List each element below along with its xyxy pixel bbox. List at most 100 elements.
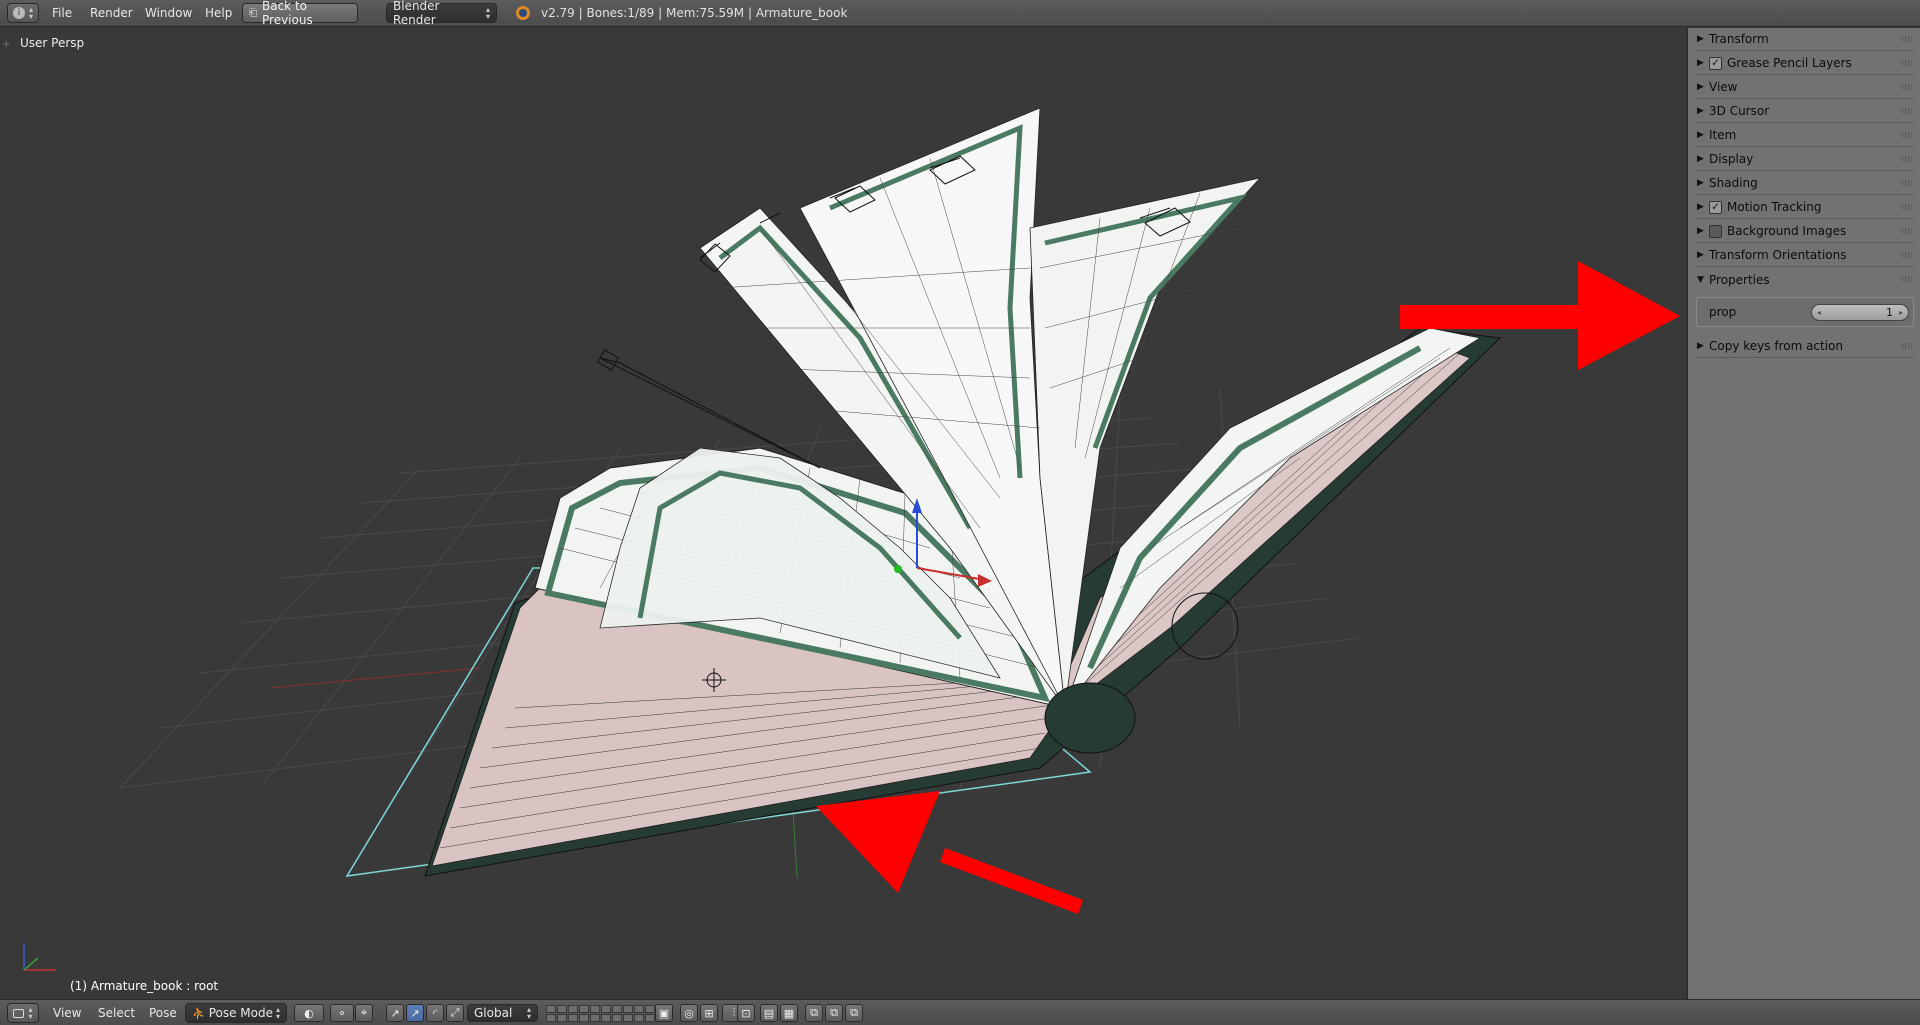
manipulator-toggle-icon[interactable]: ↗ [386,1004,404,1022]
properties-content: prop ◂ 1 ▸ [1696,297,1914,327]
drag-grip-icon[interactable] [1902,108,1912,114]
back-icon: ⎗ [249,7,257,19]
panel-label: Transform Orientations [1709,248,1847,262]
panel-view[interactable]: ▶ View [1695,76,1914,99]
menu-select[interactable]: Select [98,1006,135,1020]
snap-target-icon[interactable]: ⊡ [737,1004,755,1022]
panel-label: Motion Tracking [1727,200,1822,214]
updown-icon: ▴ ▾ [485,5,490,21]
scene-canvas[interactable] [0,28,1686,999]
proportional-edit-icon[interactable]: ◎ [680,1004,698,1022]
scale-manipulator-icon[interactable]: ⤢ [446,1004,464,1022]
rotate-manipulator-icon[interactable]: ◜ [426,1004,444,1022]
prop-label: prop [1709,305,1737,319]
drag-grip-icon[interactable] [1902,132,1912,138]
panel-transform[interactable]: ▶ Transform [1695,28,1914,51]
lock-camera-icon[interactable]: ▣ [655,1004,673,1022]
editor-type-selector[interactable]: ▴ ▾ [7,1003,39,1023]
prop-value: 1 [1885,306,1893,319]
drag-grip-icon[interactable] [1902,180,1912,186]
panel-label: Transform [1709,32,1769,46]
info-icon: i [12,7,25,19]
x-axis-line [269,667,481,689]
3d-view-icon [13,1008,25,1018]
drag-grip-icon[interactable] [1902,156,1912,162]
menu-window[interactable]: Window [145,6,192,20]
panel-label: Properties [1709,272,1770,287]
collapsed-arrow-icon: ▶ [1697,82,1704,92]
panel-background-images[interactable]: ▶ Background Images [1695,220,1914,243]
transform-orientation-dropdown[interactable]: Global ▴ ▾ [467,1004,538,1022]
render-animation-icon[interactable]: ▦ [780,1004,798,1022]
panel-label: Shading [1709,176,1758,190]
panel-properties[interactable]: ▼ Properties [1695,268,1914,291]
snap-toggle-icon[interactable]: ⊞ [700,1004,718,1022]
motion-tracking-checkbox[interactable]: ✓ [1709,200,1722,214]
editor-type-selector[interactable]: i ▴ ▾ [7,3,39,23]
panel-3d-cursor[interactable]: ▶ 3D Cursor [1695,100,1914,123]
back-to-previous-label: Back to Previous [262,0,313,27]
panel-shading[interactable]: ▶ Shading [1695,172,1914,195]
expanded-arrow-icon: ▼ [1697,274,1704,285]
pivot-median-icon[interactable]: ⌖ [355,1004,373,1022]
prop-number-field[interactable]: ◂ 1 ▸ [1811,304,1909,321]
collapsed-arrow-icon: ▶ [1697,154,1704,164]
drag-grip-icon[interactable] [1902,228,1912,234]
scene-stats: v2.79 | Bones:1/89 | Mem:75.59M | Armatu… [541,6,848,20]
background-images-checkbox[interactable] [1709,224,1722,238]
drag-grip-icon[interactable] [1902,252,1912,258]
render-opengl-icon[interactable]: ▤ [760,1004,778,1022]
pivot-point-icon[interactable]: ⚬ [330,1004,354,1022]
collapsed-arrow-icon: ▶ [1697,341,1704,351]
translate-manipulator-icon[interactable]: ↗ [406,1004,424,1022]
paste-pose-icon[interactable]: ⧉ [825,1004,843,1022]
panel-transform-orientations[interactable]: ▶ Transform Orientations [1695,244,1914,267]
panel-label: Background Images [1727,224,1847,238]
back-to-previous-button[interactable]: ⎗ Back to Previous [242,0,358,27]
mode-dropdown[interactable]: ⛹ Pose Mode ▴ ▾ [185,1003,287,1023]
drag-grip-icon[interactable] [1902,60,1912,66]
increment-icon[interactable]: ▸ [1899,308,1903,317]
panel-motion-tracking[interactable]: ▶ ✓ Motion Tracking [1695,196,1914,219]
menu-render[interactable]: Render [90,6,133,20]
panel-copy-keys-from-action[interactable]: ▶ Copy keys from action [1695,335,1914,358]
drag-grip-icon[interactable] [1902,276,1912,282]
collapsed-arrow-icon: ▶ [1697,226,1704,236]
drag-grip-icon[interactable] [1902,204,1912,210]
layer-grid-1[interactable] [545,1004,601,1022]
viewport-shading-icon[interactable]: ◐ [294,1004,324,1022]
collapsed-arrow-icon: ▶ [1697,250,1704,260]
panel-display[interactable]: ▶ Display [1695,148,1914,171]
panel-label: 3D Cursor [1709,104,1770,118]
collapsed-arrow-icon: ▶ [1697,34,1704,44]
paste-flipped-pose-icon[interactable]: ⧉ [845,1004,863,1022]
3d-viewport[interactable]: + User Persp (1) Armature_book: root [0,28,1686,999]
pose-mode-icon: ⛹ [192,1006,206,1020]
render-engine-dropdown[interactable]: Blender Render ▴ ▾ [386,0,497,27]
updown-icon: ▴ ▾ [275,1005,280,1021]
menu-view[interactable]: View [53,1006,81,1020]
panel-grease-pencil-layers[interactable]: ▶ ✓ Grease Pencil Layers [1695,52,1914,75]
layer-grid-2[interactable] [600,1004,656,1022]
view-axis-gizmo [23,943,56,971]
panel-label: Grease Pencil Layers [1727,56,1852,70]
drag-grip-icon[interactable] [1902,84,1912,90]
menu-file[interactable]: File [52,6,72,20]
viewport-status: (1) Armature_book : root [70,979,219,993]
collapsed-arrow-icon: ▶ [1697,58,1704,68]
drag-grip-icon[interactable] [1902,36,1912,42]
panel-label: Copy keys from action [1709,339,1844,353]
panel-item[interactable]: ▶ Item [1695,124,1914,147]
drag-grip-icon[interactable] [1902,343,1912,349]
collapsed-arrow-icon: ▶ [1697,202,1704,212]
blender-logo-icon [516,6,530,20]
mode-label: Pose Mode [208,1006,273,1020]
panel-label: View [1709,80,1738,94]
menu-help[interactable]: Help [205,6,232,20]
copy-pose-icon[interactable]: ⧉ [805,1004,823,1022]
menu-pose[interactable]: Pose [149,1006,177,1020]
top-header-bar: i ▴ ▾ File Render Window Help ⎗ Back to P… [0,0,1920,27]
grease-pencil-checkbox[interactable]: ✓ [1709,56,1722,70]
orientation-label: Global [474,1006,513,1020]
collapsed-arrow-icon: ▶ [1697,130,1704,140]
